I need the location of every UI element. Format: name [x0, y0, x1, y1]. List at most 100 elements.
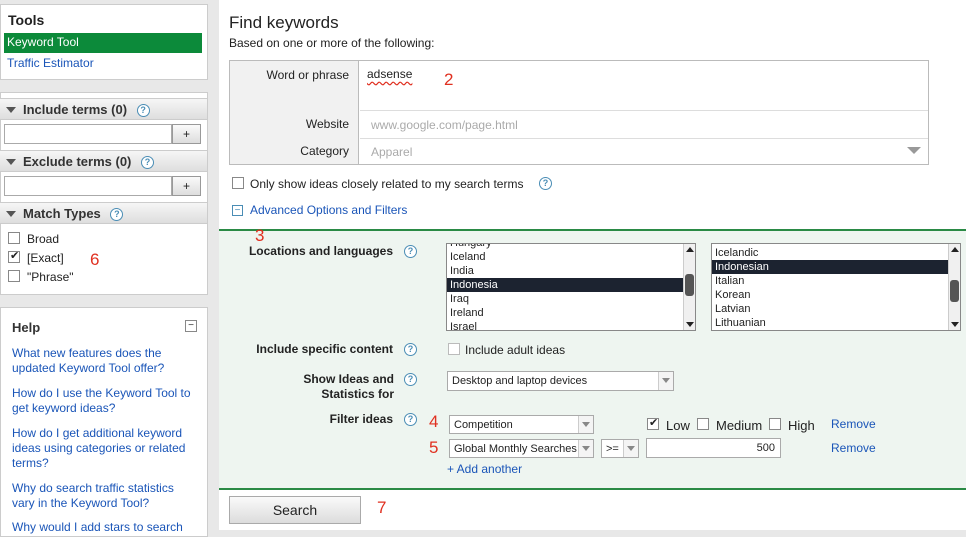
device-select[interactable]: Desktop and laptop devices	[447, 371, 674, 391]
word-phrase-label: Word or phrase	[266, 68, 349, 82]
match-phrase-label: "Phrase"	[27, 270, 74, 284]
include-terms-input[interactable]	[4, 124, 172, 144]
adult-ideas-checkbox[interactable]	[448, 343, 460, 355]
website-input[interactable]: www.google.com/page.html	[371, 118, 518, 132]
remove-filter1-link[interactable]: Remove	[831, 417, 876, 431]
chevron-down-icon	[658, 372, 673, 390]
chevron-down-icon	[578, 440, 593, 457]
match-broad-checkbox[interactable]	[8, 232, 20, 244]
advanced-toggle-icon[interactable]: −	[232, 205, 243, 216]
country-listbox[interactable]: Hungary Iceland India Indonesia Iraq Ireland I…	[446, 243, 696, 331]
help-icon[interactable]: ?	[141, 156, 154, 170]
country-option[interactable]: India	[447, 264, 695, 278]
include-terms-header[interactable]: Include terms (0) ?	[0, 98, 207, 120]
competition-medium-label: Medium	[716, 418, 763, 433]
form-divider	[360, 138, 928, 139]
category-select[interactable]: Apparel	[371, 145, 412, 159]
country-option[interactable]: Hungary	[447, 244, 695, 250]
scroll-up-icon[interactable]	[951, 247, 959, 252]
chevron-down-icon	[578, 416, 593, 433]
help-link[interactable]: How do I get additional keyword ideas us…	[12, 426, 192, 471]
help-icon[interactable]: ?	[404, 413, 417, 426]
only-show-checkbox[interactable]	[232, 177, 244, 189]
include-terms-label: Include terms (0)	[23, 102, 128, 117]
specific-content-label: Include specific content	[256, 342, 393, 356]
scroll-thumb[interactable]	[950, 280, 959, 302]
include-add-button[interactable]: +	[172, 124, 201, 144]
language-option[interactable]: Icelandic	[712, 246, 960, 260]
help-icon[interactable]: ?	[404, 373, 417, 386]
help-title: Help	[12, 320, 41, 335]
country-option[interactable]: Iceland	[447, 250, 695, 264]
competition-high-label: High	[788, 418, 815, 433]
country-option[interactable]: Israel	[447, 320, 695, 330]
language-option[interactable]: Italian	[712, 274, 960, 288]
competition-low-label: Low	[666, 418, 690, 433]
form-divider	[360, 110, 928, 111]
annotation-4: 4	[429, 412, 439, 431]
country-option[interactable]: Iraq	[447, 292, 695, 306]
help-link[interactable]: Why do search traffic statistics vary in…	[12, 481, 192, 511]
exclude-terms-label: Exclude terms (0)	[23, 154, 132, 169]
match-types-header[interactable]: Match Types ?	[0, 202, 207, 224]
help-icon[interactable]: ?	[404, 245, 417, 258]
scroll-down-icon[interactable]	[686, 322, 694, 327]
exclude-terms-header[interactable]: Exclude terms (0) ?	[0, 150, 207, 172]
annotation-5: 5	[429, 438, 439, 457]
country-option[interactable]: Indonesia	[447, 278, 695, 292]
scrollbar[interactable]	[948, 244, 960, 330]
competition-medium-checkbox[interactable]	[697, 418, 709, 430]
search-button[interactable]: Search	[229, 496, 361, 524]
collapse-triangle-icon	[6, 159, 16, 165]
annotation-2: 2	[444, 70, 454, 89]
language-option[interactable]: Korean	[712, 288, 960, 302]
annotation-6: 6	[90, 250, 100, 269]
traffic-estimator-link[interactable]: Traffic Estimator	[7, 56, 94, 70]
locations-label: Locations and languages	[248, 244, 393, 258]
filter2-field-select[interactable]: Global Monthly Searches	[449, 439, 594, 458]
remove-filter2-link[interactable]: Remove	[831, 441, 876, 455]
filter1-field-select[interactable]: Competition	[449, 415, 594, 434]
country-list: Hungary Iceland India Indonesia Iraq Ireland I…	[447, 244, 695, 330]
help-icon[interactable]: ?	[404, 343, 417, 356]
language-listbox[interactable]: Icelandic Indonesian Italian Korean Latvian L…	[711, 243, 961, 331]
country-option[interactable]: Ireland	[447, 306, 695, 320]
scroll-up-icon[interactable]	[686, 247, 694, 252]
help-icon[interactable]: ?	[110, 208, 124, 222]
help-link[interactable]: What new features does the updated Keywo…	[12, 346, 192, 376]
scrollbar[interactable]	[683, 244, 695, 330]
keyword-tool-link[interactable]: Keyword Tool	[4, 33, 202, 53]
filter2-value-input[interactable]: 500	[646, 438, 781, 458]
help-link[interactable]: How do I use the Keyword Tool to get key…	[12, 386, 192, 416]
annotation-3: 3	[255, 226, 265, 245]
language-option[interactable]: Indonesian	[712, 260, 960, 274]
filter2-field-value: Global Monthly Searches	[454, 443, 577, 455]
language-option[interactable]: Lithuanian	[712, 316, 960, 330]
match-broad-label: Broad	[27, 232, 60, 246]
language-option[interactable]: Latvian	[712, 302, 960, 316]
category-label: Category	[300, 144, 349, 158]
collapse-triangle-icon	[6, 107, 16, 113]
tools-title: Tools	[8, 12, 45, 28]
collapse-triangle-icon	[6, 211, 16, 217]
help-icon[interactable]: ?	[136, 104, 150, 118]
match-types-label: Match Types	[23, 206, 101, 221]
match-phrase-checkbox[interactable]	[8, 270, 20, 282]
exclude-add-button[interactable]: +	[172, 176, 201, 196]
exclude-terms-input[interactable]	[4, 176, 172, 196]
chevron-down-icon[interactable]	[907, 147, 921, 154]
competition-high-checkbox[interactable]	[769, 418, 781, 430]
help-icon[interactable]: ?	[539, 177, 552, 190]
add-another-link[interactable]: + Add another	[447, 462, 522, 476]
filter2-operator-select[interactable]: >=	[601, 439, 639, 458]
page-subtitle: Based on one or more of the following:	[229, 36, 435, 50]
scroll-down-icon[interactable]	[951, 322, 959, 327]
competition-low-checkbox[interactable]	[647, 416, 659, 430]
only-show-label: Only show ideas closely related to my se…	[250, 177, 524, 191]
help-link[interactable]: Why would I add stars to search	[12, 520, 192, 535]
advanced-options-link[interactable]: Advanced Options and Filters	[250, 203, 407, 217]
help-collapse-icon[interactable]: −	[185, 320, 197, 332]
match-exact-checkbox[interactable]	[8, 249, 20, 263]
adult-ideas-label: Include adult ideas	[465, 343, 566, 357]
scroll-thumb[interactable]	[685, 274, 694, 296]
